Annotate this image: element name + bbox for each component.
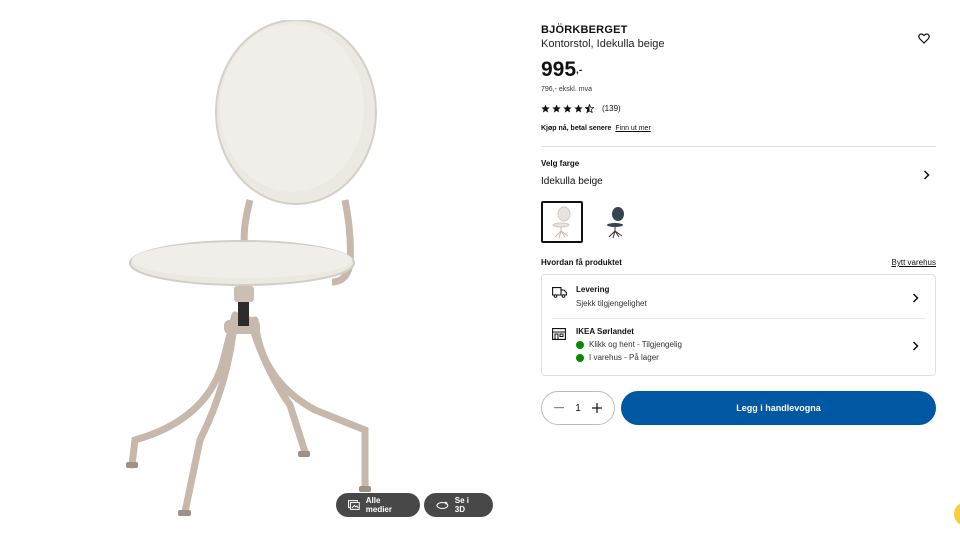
dark-chair-thumbnail [607, 207, 624, 239]
delivery-header: Hvordan få produktet Bytt varehus [541, 258, 936, 267]
rating-stars [541, 104, 594, 113]
status-dot [576, 353, 584, 362]
gallery-icon [348, 500, 360, 510]
chevron-right-icon [912, 293, 919, 303]
rotate-3d-icon [436, 501, 449, 509]
delivery-title: Hvordan få produktet [541, 258, 622, 267]
color-selector[interactable]: Velg farge Idekulla beige [541, 159, 936, 187]
all-media-button[interactable]: Alle medier [336, 493, 420, 517]
change-store-link[interactable]: Bytt varehus [892, 258, 936, 267]
swatch-dark-blue[interactable] [595, 201, 637, 243]
status-dot [576, 340, 584, 349]
buy-row: 1 Legg i handlevogna [541, 391, 936, 425]
half-star-icon [585, 104, 594, 113]
product-description: Kontorstol, Idekulla beige [541, 38, 665, 50]
increase-button[interactable] [590, 401, 604, 415]
plus-icon [592, 403, 602, 413]
chat-bubble[interactable] [954, 502, 960, 526]
rating[interactable]: (139) [541, 104, 936, 113]
product-image[interactable] [110, 20, 510, 530]
price-suffix: ,- [576, 65, 583, 76]
minus-icon [554, 407, 564, 409]
price-main: 995 [541, 58, 577, 81]
store-status-click-collect: Klikk og hent - Tilgjengelig [576, 340, 682, 349]
rating-count: (139) [602, 104, 621, 113]
view-3d-button[interactable]: Se i 3D [424, 493, 493, 517]
pay-later-link[interactable]: Finn ut mer [615, 125, 650, 132]
quantity-value[interactable]: 1 [575, 403, 581, 414]
star-icon [552, 104, 561, 113]
add-to-cart-button[interactable]: Legg i handlevogna [621, 391, 936, 425]
price: 995 ,- [541, 59, 936, 81]
store-status-in-store: I varehus - På lager [576, 353, 682, 362]
pay-later-text: Kjøp nå, betal senere [541, 125, 612, 132]
store-name: IKEA Sørlandet [576, 327, 634, 336]
store-icon [552, 328, 566, 340]
product-name: BJÖRKBERGET [541, 24, 628, 36]
star-icon [574, 104, 583, 113]
quantity-stepper: 1 [541, 391, 615, 425]
beige-chair-thumbnail [552, 206, 571, 239]
product-info: BJÖRKBERGET Kontorstol, Idekulla beige 9… [541, 24, 936, 376]
delivery-option[interactable]: Levering Sjekk tilgjengelighet [552, 285, 925, 308]
price-ex-vat: 796,- ekskl. mva [541, 86, 592, 93]
product-gallery: Alle medier Se i 3D [0, 0, 520, 536]
delivery-option-sub: Sjekk tilgjengelighet [576, 299, 647, 308]
color-label: Velg farge [541, 159, 580, 168]
swatch-beige[interactable] [541, 201, 583, 243]
view-3d-label: Se i 3D [454, 496, 470, 514]
color-swatches [541, 201, 936, 243]
chevron-right-icon [923, 170, 930, 180]
availability-box: Levering Sjekk tilgjengelighet IKEA Sørl… [541, 274, 936, 376]
divider [541, 146, 936, 147]
divider [552, 318, 925, 319]
chevron-right-icon [912, 341, 919, 351]
star-icon [563, 104, 572, 113]
status-text: I varehus - På lager [589, 353, 659, 362]
status-text: Klikk og hent - Tilgjengelig [589, 340, 682, 349]
star-icon [541, 104, 550, 113]
store-option[interactable]: IKEA Sørlandet Klikk og hent - Tilgjenge… [552, 327, 925, 362]
pay-later: Kjøp nå, betal senere Finn ut mer [541, 125, 936, 132]
delivery-option-title: Levering [576, 285, 610, 294]
all-media-label: Alle medier [365, 496, 392, 514]
truck-icon [552, 287, 567, 298]
decrease-button[interactable] [552, 401, 566, 415]
color-value: Idekulla beige [541, 176, 603, 187]
